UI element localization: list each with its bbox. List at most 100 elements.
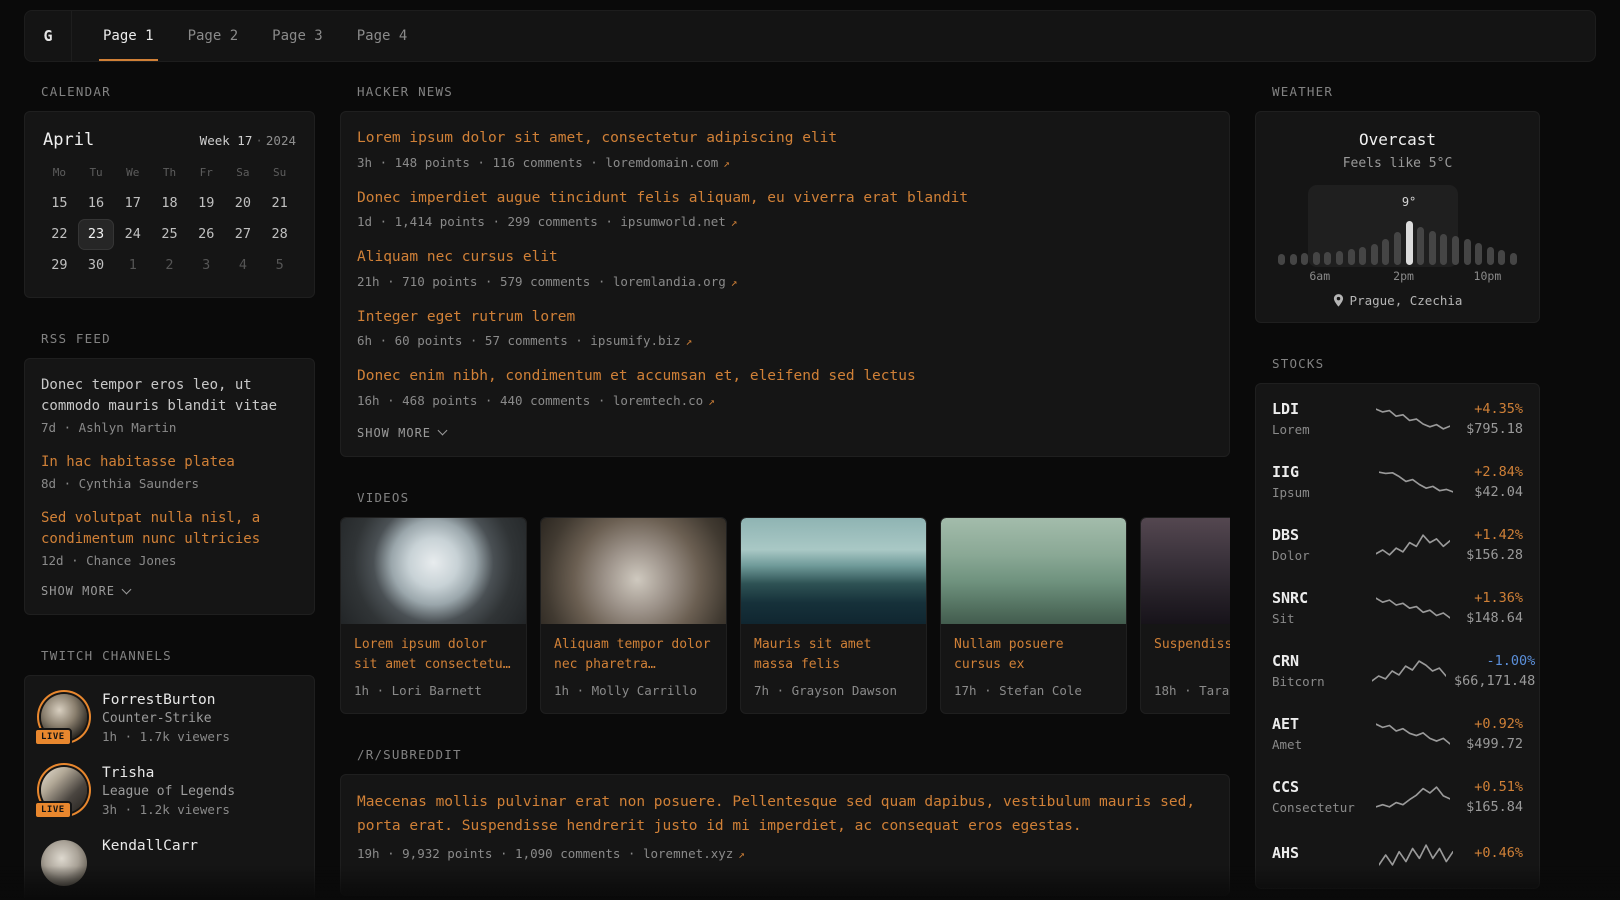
- twitch-channel-item[interactable]: KendallCarr: [41, 838, 298, 886]
- calendar-day-of-week: Fr: [188, 158, 225, 188]
- weather-bar: [1406, 221, 1413, 265]
- stock-row[interactable]: CRN Bitcorn -1.00% $66,171.48: [1272, 652, 1523, 689]
- hacker-news-item-source-link[interactable]: loremtech.co↗: [613, 393, 715, 408]
- right-column: WEATHER Overcast Feels like 5°C 9° 6am2p…: [1255, 84, 1540, 900]
- hacker-news-item: Aliquam nec cursus elit 21h · 710 points…: [357, 247, 1213, 292]
- weather-bar: [1336, 251, 1343, 265]
- stock-row[interactable]: CCS Consectetur +0.51% $165.84: [1272, 778, 1523, 815]
- twitch-channel-item[interactable]: LIVE ForrestBurton Counter-Strike 1h · 1…: [41, 692, 298, 747]
- stock-identity: IIG Ipsum: [1272, 463, 1364, 500]
- stock-price: $156.28: [1466, 547, 1523, 563]
- stock-change: +2.84%: [1474, 464, 1523, 480]
- video-title[interactable]: Aliquam tempor dolor nec pharetra…: [554, 635, 713, 675]
- twitch-avatar[interactable]: LIVE: [41, 767, 87, 813]
- page-tab[interactable]: Page 2: [184, 11, 243, 61]
- channel-game: League of Legends: [102, 784, 235, 799]
- calendar-day-cell: 25: [151, 219, 188, 250]
- stock-row[interactable]: DBS Dolor +1.42% $156.28: [1272, 526, 1523, 563]
- hacker-news-item-source-link[interactable]: ipsumworld.net↗: [620, 214, 737, 229]
- hacker-news-item-source-link[interactable]: loremdomain.com↗: [605, 155, 730, 170]
- location-pin-icon: [1333, 294, 1344, 307]
- external-link-icon: ↗: [731, 276, 738, 289]
- hacker-news-card: Lorem ipsum dolor sit amet, consectetur …: [340, 111, 1230, 457]
- page-tab[interactable]: Page 1: [99, 11, 158, 61]
- middle-column: HACKER NEWS Lorem ipsum dolor sit amet, …: [340, 84, 1230, 900]
- weather-bar: [1510, 253, 1517, 265]
- channel-name[interactable]: Trisha: [102, 765, 235, 781]
- stock-price: $148.64: [1466, 610, 1523, 626]
- stock-sparkline: [1376, 783, 1450, 810]
- stock-row[interactable]: SNRC Sit +1.36% $148.64: [1272, 589, 1523, 626]
- hacker-news-item-title[interactable]: Lorem ipsum dolor sit amet, consectetur …: [357, 128, 1213, 150]
- weather-bar: [1382, 239, 1389, 265]
- app-logo[interactable]: G: [25, 11, 72, 61]
- left-column: CALENDAR April Week 17·2024 MoTuWeThFrSa…: [24, 84, 315, 900]
- hacker-news-item-source-link[interactable]: loremlandia.org↗: [613, 274, 738, 289]
- weather-bar: [1487, 247, 1494, 265]
- weather-bar: [1440, 234, 1447, 265]
- weather-widget-title: WEATHER: [1272, 84, 1540, 99]
- page-tabs: Page 1 Page 2 Page 3 Page 4: [86, 11, 424, 61]
- video-card: Suspendisse diam 18h · Tara: [1140, 517, 1230, 715]
- twitch-avatar[interactable]: LIVE: [41, 694, 87, 740]
- source-domain: ipsumify.biz: [590, 333, 680, 348]
- hacker-news-item-title[interactable]: Donec imperdiet augue tincidunt felis al…: [357, 188, 1213, 210]
- weather-card: Overcast Feels like 5°C 9° 6am2pm10pm Pr…: [1255, 111, 1540, 323]
- twitch-avatar[interactable]: [41, 840, 87, 886]
- video-title[interactable]: Nullam posuere cursus ex: [954, 635, 1113, 675]
- subreddit-post-source-link[interactable]: loremnet.xyz↗: [643, 846, 745, 861]
- stock-name: Lorem: [1272, 422, 1364, 437]
- weather-bar: [1371, 244, 1378, 265]
- video-title[interactable]: Lorem ipsum dolor sit amet consectetu…: [354, 635, 513, 675]
- twitch-channel-item[interactable]: LIVE Trisha League of Legends 3h · 1.2k …: [41, 765, 298, 820]
- video-thumbnail[interactable]: [541, 518, 726, 624]
- hacker-news-item-title[interactable]: Integer eget rutrum lorem: [357, 307, 1213, 329]
- hacker-news-item: Donec imperdiet augue tincidunt felis al…: [357, 188, 1213, 233]
- stock-price: $42.04: [1474, 484, 1523, 500]
- stock-ticker: IIG: [1272, 463, 1364, 481]
- calendar-day-cell: 18: [151, 188, 188, 219]
- stock-row[interactable]: AET Amet +0.92% $499.72: [1272, 715, 1523, 752]
- hacker-news-widget: HACKER NEWS Lorem ipsum dolor sit amet, …: [340, 84, 1230, 457]
- channel-name[interactable]: KendallCarr: [102, 838, 198, 854]
- hacker-news-item: Lorem ipsum dolor sit amet, consectetur …: [357, 128, 1213, 173]
- stock-row[interactable]: LDI Lorem +4.35% $795.18: [1272, 400, 1523, 437]
- stock-values: +0.92% $499.72: [1466, 716, 1523, 752]
- stock-sparkline: [1376, 594, 1450, 621]
- video-thumbnail[interactable]: [941, 518, 1126, 624]
- twitch-widget-title: TWITCH CHANNELS: [41, 648, 315, 663]
- channel-name[interactable]: ForrestBurton: [102, 692, 230, 708]
- video-meta: 1h · Molly Carrillo: [554, 682, 713, 701]
- video-title[interactable]: Suspendisse diam: [1154, 635, 1230, 675]
- rss-list: Donec tempor eros leo, ut commodo mauris…: [41, 375, 298, 570]
- external-link-icon: ↗: [731, 216, 738, 229]
- rss-item: Donec tempor eros leo, ut commodo mauris…: [41, 375, 298, 438]
- weather-time-label: 2pm: [1393, 269, 1414, 283]
- stock-identity: DBS Dolor: [1272, 526, 1364, 563]
- rss-item-title[interactable]: In hac habitasse platea: [41, 452, 298, 473]
- hacker-news-item-source-link[interactable]: ipsumify.biz↗: [590, 333, 692, 348]
- rss-show-more-button[interactable]: SHOW MORE: [41, 584, 130, 598]
- video-thumbnail[interactable]: [741, 518, 926, 624]
- weather-condition: Overcast: [1270, 130, 1525, 149]
- calendar-year: 2024: [266, 133, 296, 148]
- videos-widget-title: VIDEOS: [357, 490, 1230, 505]
- video-title[interactable]: Mauris sit amet massa felis: [754, 635, 913, 675]
- stock-row[interactable]: AHS +0.46%: [1272, 841, 1523, 868]
- video-thumbnail[interactable]: [1141, 518, 1230, 624]
- weather-chart: 9° 6am2pm10pm: [1276, 183, 1519, 283]
- subreddit-widget-title: /R/SUBREDDIT: [357, 747, 1230, 762]
- subreddit-post-title[interactable]: Maecenas mollis pulvinar erat non posuer…: [357, 791, 1213, 839]
- hacker-news-item-title[interactable]: Aliquam nec cursus elit: [357, 247, 1213, 269]
- hacker-news-item-title[interactable]: Donec enim nibh, condimentum et accumsan…: [357, 366, 1213, 388]
- chevron-down-icon: [438, 426, 448, 436]
- calendar-day-cell: 30: [78, 250, 115, 281]
- hacker-news-show-more-button[interactable]: SHOW MORE: [357, 426, 446, 440]
- stock-row[interactable]: IIG Ipsum +2.84% $42.04: [1272, 463, 1523, 500]
- video-thumbnail[interactable]: [341, 518, 526, 624]
- page-tab[interactable]: Page 3: [268, 11, 327, 61]
- calendar-day-cell: 20: [225, 188, 262, 219]
- rss-item-title[interactable]: Sed volutpat nulla nisl, a condimentum n…: [41, 508, 298, 550]
- page-tab[interactable]: Page 4: [353, 11, 412, 61]
- rss-item-title[interactable]: Donec tempor eros leo, ut commodo mauris…: [41, 375, 298, 417]
